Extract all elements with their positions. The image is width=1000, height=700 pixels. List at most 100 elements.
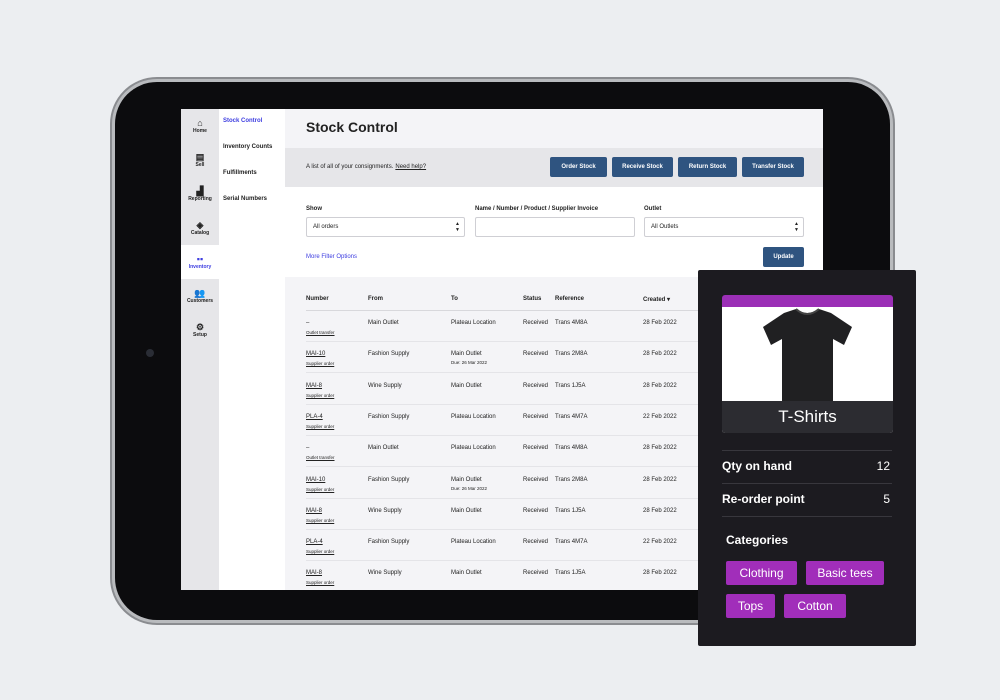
status-cell: Received (523, 476, 549, 483)
transfer-stock-button[interactable]: Transfer Stock (742, 157, 804, 177)
search-label: Name / Number / Product / Supplier Invoi… (475, 206, 599, 212)
outlet-select[interactable]: All Outlets ▲ ▼ (644, 217, 804, 237)
to-cell: Plateau Location (451, 539, 496, 546)
home-icon: ⌂ (197, 117, 203, 128)
created-cell: 28 Feb 2022 (643, 382, 677, 389)
subnav-item[interactable]: Inventory Counts (219, 135, 285, 161)
order-number-link[interactable]: MAI-8 (306, 508, 322, 514)
order-number-link[interactable]: PLA-4 (306, 539, 323, 545)
tag-icon: ◈ (196, 219, 204, 230)
from-cell: Main Outlet (368, 320, 399, 326)
status-cell: Received (523, 413, 549, 420)
reference-cell: Trans 1J5A (555, 507, 586, 514)
column-header[interactable]: Created ▾ (643, 296, 670, 303)
order-type-link[interactable]: Supplier order (306, 393, 334, 398)
status-cell: Received (523, 351, 549, 358)
subnav-item[interactable]: Stock Control (219, 109, 285, 135)
select-arrows-icon: ▲ ▼ (794, 221, 799, 233)
rail-label: Catalog (190, 229, 210, 236)
rail-item-home[interactable]: ⌂ Home (181, 109, 219, 143)
column-header: Reference (555, 296, 585, 302)
status-cell: Received (523, 539, 549, 546)
from-cell: Fashion Supply (368, 476, 410, 483)
return-stock-button[interactable]: Return Stock (678, 157, 737, 177)
created-cell: 28 Feb 2022 (643, 351, 677, 358)
category-tag[interactable]: Basic tees (806, 561, 884, 585)
more-filter-options-link[interactable]: More Filter Options (306, 254, 357, 260)
from-cell: Fashion Supply (368, 413, 410, 420)
need-help-link[interactable]: Need help? (395, 164, 426, 170)
order-type-link[interactable]: Supplier order (306, 518, 334, 523)
created-cell: 28 Feb 2022 (643, 320, 677, 326)
order-type-link[interactable]: Supplier order (306, 580, 334, 585)
rail-item-catalog[interactable]: ◈ Catalog (181, 211, 219, 245)
due-date: Due: 26 Mar 2022 (451, 360, 488, 366)
rail-label: Inventory (188, 263, 212, 270)
order-number-link[interactable]: – (306, 320, 309, 326)
rail-item-inventory[interactable]: ▪▪ Inventory (181, 245, 219, 279)
created-cell: 28 Feb 2022 (643, 507, 677, 514)
status-cell: Received (523, 382, 549, 389)
rail-item-customers[interactable]: 👥 Customers (181, 279, 219, 313)
order-number-link[interactable]: – (306, 445, 309, 451)
select-arrows-icon: ▲ ▼ (455, 221, 460, 233)
column-header: Number (306, 296, 329, 302)
subnav-item[interactable]: Serial Numbers (219, 187, 285, 213)
order-type-link[interactable]: Outlet transfer (306, 455, 335, 460)
order-stock-button[interactable]: Order Stock (550, 157, 607, 177)
register-icon: ▤ (195, 151, 205, 162)
reference-cell: Trans 4M8A (555, 320, 588, 326)
order-type-link[interactable]: Supplier order (306, 487, 334, 492)
category-tag[interactable]: Cotton (784, 594, 846, 618)
reorder-value: 5 (883, 492, 890, 506)
icon-sidebar: ⌂ Home ▤ Sell ▟ Reporting ◈ Catalog ▪▪ Inventory 👥… (181, 109, 219, 590)
category-tag[interactable]: Clothing (726, 561, 797, 585)
show-label: Show (306, 206, 322, 212)
reference-cell: Trans 1J5A (555, 382, 586, 389)
qty-on-hand-row: Qty on hand 12 (722, 450, 892, 483)
rail-item-reporting[interactable]: ▟ Reporting (181, 177, 219, 211)
column-header: From (368, 296, 383, 302)
users-icon: 👥 (194, 287, 206, 298)
tshirt-image (763, 308, 852, 401)
order-type-link[interactable]: Supplier order (306, 549, 334, 554)
to-cell: Plateau Location (451, 445, 496, 452)
toolbar: A list of all of your consignments. Need … (285, 148, 823, 187)
from-cell: Wine Supply (368, 382, 402, 389)
divider (722, 516, 892, 517)
receive-stock-button[interactable]: Receive Stock (612, 157, 673, 177)
categories-heading: Categories (726, 533, 789, 547)
to-cell: Main Outlet (451, 507, 482, 514)
reference-cell: Trans 2M8A (555, 476, 588, 483)
rail-label: Reporting (188, 195, 212, 202)
column-header: To (451, 296, 458, 302)
order-type-link[interactable]: Supplier order (306, 424, 334, 429)
reference-cell: Trans 2M8A (555, 351, 588, 358)
page-title: Stock Control (306, 119, 398, 135)
order-type-link[interactable]: Supplier order (306, 361, 334, 366)
order-number-link[interactable]: MAI-8 (306, 570, 322, 576)
reference-cell: Trans 1J5A (555, 570, 586, 577)
order-number-link[interactable]: MAI-10 (306, 477, 325, 483)
order-number-link[interactable]: MAI-10 (306, 351, 325, 357)
show-select[interactable]: All orders ▲ ▼ (306, 217, 465, 237)
update-button[interactable]: Update (763, 247, 804, 267)
reference-cell: Trans 4M8A (555, 445, 588, 452)
inventory-subnav: Stock Control Inventory Counts Fulfillment… (219, 109, 285, 590)
column-header: Status (523, 296, 542, 302)
tablet-camera (146, 349, 154, 357)
from-cell: Fashion Supply (368, 539, 410, 546)
rail-item-setup[interactable]: ⚙ Setup (181, 313, 219, 347)
subnav-item[interactable]: Fulfillments (219, 161, 285, 187)
order-number-link[interactable]: MAI-8 (306, 383, 322, 389)
product-card: T-Shirts Qty on hand 12 Re-order point 5 C… (698, 270, 916, 646)
order-type-link[interactable]: Outlet transfer (306, 330, 335, 335)
reference-cell: Trans 4M7A (555, 539, 588, 546)
to-cell: Main Outlet (451, 351, 482, 358)
category-tag[interactable]: Tops (726, 594, 775, 618)
order-number-link[interactable]: PLA-4 (306, 414, 323, 420)
rail-item-sell[interactable]: ▤ Sell (181, 143, 219, 177)
search-input[interactable] (475, 217, 635, 237)
created-cell: 28 Feb 2022 (643, 476, 677, 483)
to-cell: Main Outlet (451, 382, 482, 389)
